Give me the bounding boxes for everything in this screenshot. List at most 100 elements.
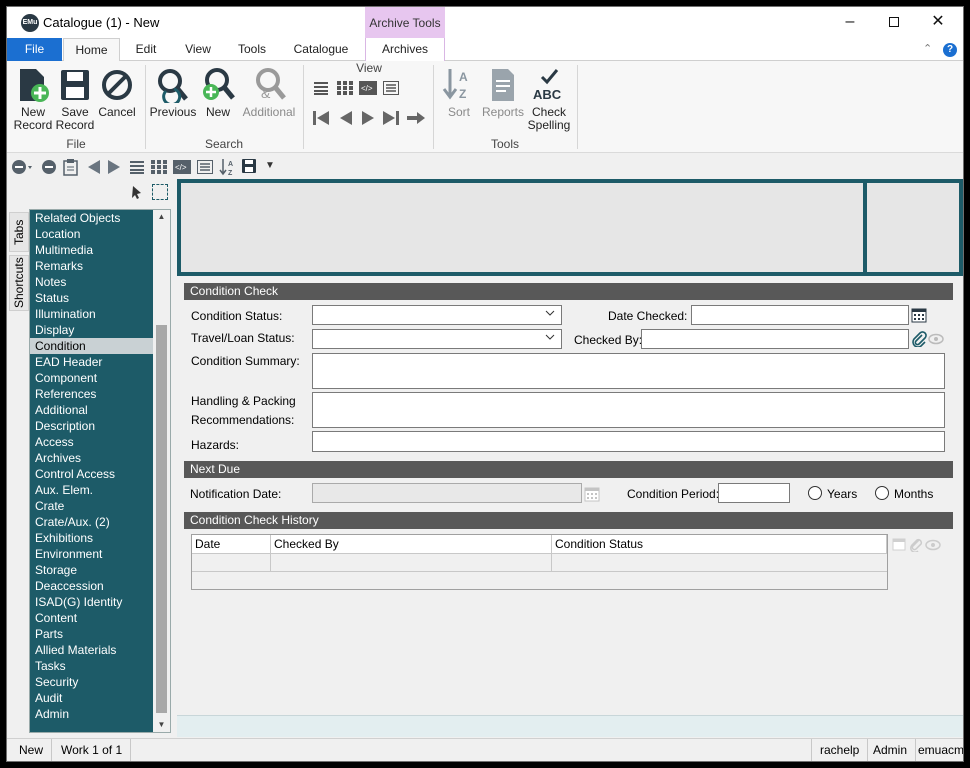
nav-item[interactable]: ISAD(G) Identity — [30, 594, 170, 610]
travel-loan-status-dropdown[interactable] — [312, 329, 562, 349]
qat-list-view-button[interactable] — [129, 160, 145, 177]
nav-item[interactable]: Crate — [30, 498, 170, 514]
paste-button[interactable] — [63, 158, 79, 179]
condition-history-table[interactable]: Date Checked Checked By Condition Status — [191, 534, 888, 590]
calendar-icon[interactable] — [911, 307, 927, 326]
nav-item[interactable]: Condition — [30, 338, 170, 354]
nav-item[interactable]: Description — [30, 418, 170, 434]
maximize-button[interactable] — [871, 7, 917, 37]
condition-period-input[interactable] — [718, 483, 790, 503]
tab-home[interactable]: Home — [63, 38, 120, 62]
handling-packing-textarea[interactable] — [312, 392, 945, 428]
select-region-icon[interactable] — [152, 184, 168, 200]
tab-edit[interactable]: Edit — [127, 38, 165, 61]
sort-button[interactable]: AZ Sort — [439, 67, 479, 119]
nav-item[interactable]: Component — [30, 370, 170, 386]
notification-date-input[interactable] — [312, 483, 582, 503]
tab-file[interactable]: File — [7, 38, 62, 61]
select-pointer-icon[interactable] — [131, 185, 143, 202]
discard-dropdown-button[interactable] — [11, 159, 33, 178]
additional-search-button[interactable]: & Additional — [239, 67, 299, 119]
table-cell[interactable] — [552, 554, 887, 572]
nav-item[interactable]: Illumination — [30, 306, 170, 322]
nav-item[interactable]: EAD Header — [30, 354, 170, 370]
condition-summary-textarea[interactable] — [312, 353, 945, 389]
nav-item[interactable]: Display — [30, 322, 170, 338]
nav-item[interactable]: Deaccession — [30, 578, 170, 594]
reports-button[interactable]: Reports — [481, 67, 525, 119]
tab-tools[interactable]: Tools — [231, 38, 273, 61]
save-record-button[interactable]: Save Record — [55, 67, 95, 132]
nav-item[interactable]: Additional — [30, 402, 170, 418]
nav-item[interactable]: Security — [30, 674, 170, 690]
nav-item[interactable]: Storage — [30, 562, 170, 578]
condition-status-dropdown[interactable] — [312, 305, 562, 325]
nav-item[interactable]: Tasks — [30, 658, 170, 674]
scrollbar-thumb[interactable] — [156, 325, 167, 713]
previous-search-button[interactable]: Previous — [149, 67, 197, 119]
side-tab-tabs[interactable]: Tabs — [9, 212, 29, 252]
qat-next-button[interactable] — [107, 159, 121, 178]
cancel-button[interactable]: Cancel — [97, 67, 137, 119]
qat-save-button[interactable] — [241, 158, 257, 177]
details-view-button[interactable] — [383, 81, 399, 98]
nav-item[interactable]: References — [30, 386, 170, 402]
tab-view[interactable]: View — [177, 38, 219, 61]
list-view-button[interactable] — [313, 81, 329, 98]
table-cell[interactable] — [271, 554, 552, 572]
checked-by-input[interactable] — [641, 329, 909, 349]
column-header-date-checked[interactable]: Date Checked — [192, 535, 271, 570]
months-radio[interactable] — [875, 486, 889, 500]
column-header-checked-by[interactable]: Checked By — [271, 535, 552, 554]
xml-view-button[interactable]: </> — [359, 81, 377, 98]
date-checked-input[interactable] — [691, 305, 909, 325]
nav-item[interactable]: Content — [30, 610, 170, 626]
previous-record-button[interactable] — [339, 111, 353, 128]
nav-item[interactable]: Environment — [30, 546, 170, 562]
nav-item[interactable]: Notes — [30, 274, 170, 290]
new-record-button[interactable]: New Record — [11, 67, 55, 132]
nav-item[interactable]: Exhibitions — [30, 530, 170, 546]
nav-item[interactable]: Location — [30, 226, 170, 242]
nav-item[interactable]: Admin — [30, 706, 170, 722]
delete-record-button[interactable] — [41, 159, 57, 178]
nav-item[interactable]: Access — [30, 434, 170, 450]
qat-previous-button[interactable] — [87, 159, 101, 178]
nav-item[interactable]: Aux. Elem. — [30, 482, 170, 498]
nav-item[interactable]: Crate/Aux. (2) — [30, 514, 170, 530]
qat-xml-view-button[interactable]: </> — [173, 160, 191, 177]
hazards-input[interactable] — [312, 431, 945, 452]
scroll-down-icon[interactable]: ▼ — [153, 718, 170, 732]
scroll-up-icon[interactable]: ▲ — [153, 210, 170, 224]
view-icon[interactable] — [928, 333, 944, 348]
nav-item[interactable]: Archives — [30, 450, 170, 466]
nav-item[interactable]: Control Access — [30, 466, 170, 482]
nav-item[interactable]: Related Objects — [30, 210, 170, 226]
first-record-button[interactable] — [313, 111, 329, 128]
nav-item[interactable]: Status — [30, 290, 170, 306]
nav-item[interactable]: Audit — [30, 690, 170, 706]
tab-archives[interactable]: Archives — [365, 38, 445, 61]
last-record-button[interactable] — [383, 111, 399, 128]
new-search-button[interactable]: New — [199, 67, 237, 119]
side-tab-shortcuts[interactable]: Shortcuts — [9, 255, 29, 311]
qat-sort-button[interactable]: AZ — [219, 158, 237, 179]
check-spelling-button[interactable]: ABC Check Spelling — [527, 67, 571, 132]
nav-item[interactable]: Allied Materials — [30, 642, 170, 658]
nav-item[interactable]: Multimedia — [30, 242, 170, 258]
tab-catalogue[interactable]: Catalogue — [287, 38, 355, 61]
attach-icon[interactable] — [911, 331, 927, 350]
column-header-condition-status[interactable]: Condition Status — [552, 535, 887, 554]
close-button[interactable]: ✕ — [915, 7, 961, 37]
grid-view-button[interactable] — [337, 81, 353, 98]
minimize-button[interactable]: – — [827, 7, 873, 37]
qat-details-view-button[interactable] — [197, 160, 213, 177]
help-icon[interactable]: ? — [943, 43, 957, 57]
record-tab-scrollbar[interactable]: ▲ ▼ — [153, 210, 170, 732]
customize-qat-icon[interactable]: ▼ — [265, 160, 275, 171]
go-to-record-button[interactable] — [407, 111, 425, 128]
table-cell[interactable] — [192, 554, 271, 572]
next-record-button[interactable] — [361, 111, 375, 128]
collapse-ribbon-icon[interactable]: ⌃ — [923, 42, 932, 55]
years-radio[interactable] — [808, 486, 822, 500]
